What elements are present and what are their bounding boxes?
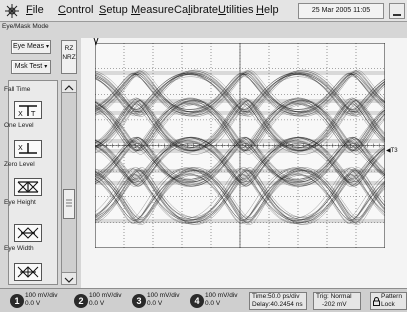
rz-label: RZ — [64, 45, 74, 52]
channel-marker: ◀T3 — [386, 147, 398, 154]
channel-2-scale: 100 mV/div — [89, 292, 122, 299]
svg-text:T: T — [30, 110, 36, 118]
channel-4-icon: 4 — [190, 294, 204, 308]
timebase-delay: Delay:40.2454 ns — [252, 301, 303, 308]
eye-width-icon — [17, 227, 39, 239]
channel-3-setting[interactable]: 3 100 mV/div 0.0 V — [132, 292, 188, 310]
eye-height-tool-button[interactable] — [14, 178, 42, 196]
tool-label-eye-width: Eye Width — [4, 245, 34, 252]
menu-utilities[interactable]: Utilities — [218, 4, 253, 17]
msk-test-button[interactable]: Msk Test ▾ — [11, 60, 51, 74]
channel-4-offset: 0.0 V — [205, 300, 221, 307]
one-level-icon: X T — [18, 105, 37, 118]
eye-amplitude-icon — [17, 266, 39, 278]
eye-meas-button[interactable]: Eye Meas ▾ — [11, 40, 51, 54]
oscilloscope-screen: File Control Setup Measure Calibrate Uti… — [0, 0, 407, 312]
channel-1-offset: 0.0 V — [25, 300, 41, 307]
timebase-scale: Time:50.0 ps/div — [252, 293, 300, 300]
channel-2-offset: 0.0 V — [89, 300, 105, 307]
nrz-label: NRZ — [62, 54, 76, 61]
one-level-tool-button[interactable]: X T — [14, 101, 42, 119]
channel-2-setting[interactable]: 2 100 mV/div 0.0 V — [74, 292, 130, 310]
tool-label-zero-level: Zero Level — [4, 161, 35, 168]
eye-width-tool-button[interactable] — [14, 224, 42, 242]
msk-test-label: Msk Test — [14, 63, 43, 70]
chevron-up-icon — [64, 85, 74, 91]
channel-2-icon: 2 — [74, 294, 88, 308]
trigger-mode: Trig: Normal — [316, 293, 352, 300]
rz-nrz-toggle[interactable]: RZ NRZ — [61, 40, 77, 74]
dropdown-arrow-icon: ▾ — [46, 44, 50, 50]
menu-setup[interactable]: Setup — [99, 4, 128, 17]
trigger-setting[interactable]: Trig: Normal -202 mV — [313, 292, 361, 310]
chevron-down-icon — [64, 277, 74, 283]
eye-amplitude-tool-button[interactable] — [14, 263, 42, 281]
status-bar: 1 100 mV/div 0.0 V 2 100 mV/div 0.0 V 3 10… — [0, 288, 407, 312]
scroll-thumb[interactable] — [63, 189, 75, 219]
zero-level-tool-button[interactable]: X — [14, 140, 42, 158]
dropdown-arrow-icon: ▾ — [44, 64, 48, 70]
eye-diagram-graticule[interactable] — [95, 43, 385, 248]
channel-3-offset: 0.0 V — [147, 300, 163, 307]
lock-icon — [373, 297, 380, 306]
pattern-label: Pattern — [381, 293, 402, 300]
channel-1-icon: 1 — [10, 294, 24, 308]
channel-2-text: 100 mV/div 0.0 V — [89, 292, 122, 308]
eye-meas-label: Eye Meas — [12, 43, 45, 50]
menu-measure[interactable]: Measure — [131, 4, 174, 17]
zero-level-icon: X — [18, 143, 37, 154]
tool-scrollbar[interactable] — [61, 80, 77, 285]
scroll-down-button[interactable] — [62, 272, 76, 284]
pattern-lock-setting[interactable]: Pattern Lock — [370, 292, 407, 310]
menu-calibrate[interactable]: Calibrate — [174, 4, 218, 17]
date-time-display: 25 Mar 2005 11:05 — [298, 3, 384, 19]
mode-label: Eye/Mask Mode — [2, 23, 49, 30]
tool-label-fall-time: Fall Time — [4, 86, 31, 93]
channel-4-setting[interactable]: 4 100 mV/div 0.0 V — [190, 292, 246, 310]
svg-text:X: X — [18, 110, 23, 118]
scroll-up-button[interactable] — [62, 81, 76, 93]
channel-4-scale: 100 mV/div — [205, 292, 238, 299]
menu-file[interactable]: File — [26, 4, 44, 17]
channel-3-scale: 100 mV/div — [147, 292, 180, 299]
grip-icon — [66, 199, 72, 207]
minimize-button[interactable] — [389, 3, 405, 19]
svg-text:X: X — [18, 144, 23, 152]
trigger-marker-icon — [93, 38, 99, 46]
tool-label-one-level: One Level — [4, 122, 34, 129]
channel-3-text: 100 mV/div 0.0 V — [147, 292, 180, 308]
channel-1-text: 100 mV/div 0.0 V — [25, 292, 58, 308]
channel-1-setting[interactable]: 1 100 mV/div 0.0 V — [10, 292, 66, 310]
marker-label: T3 — [390, 148, 398, 154]
channel-3-icon: 3 — [132, 294, 146, 308]
menu-control[interactable]: Control — [58, 4, 93, 17]
eye-height-icon — [17, 181, 39, 193]
app-logo-icon[interactable] — [4, 3, 20, 19]
lock-label: Lock — [381, 301, 395, 308]
menu-help[interactable]: Help — [256, 4, 279, 17]
channel-4-text: 100 mV/div 0.0 V — [205, 292, 238, 308]
trigger-level: -202 mV — [322, 301, 347, 308]
menu-bar: File Control Setup Measure Calibrate Uti… — [0, 0, 407, 22]
tool-label-eye-height: Eye Height — [4, 199, 36, 206]
channel-1-scale: 100 mV/div — [25, 292, 58, 299]
timebase-setting[interactable]: Time:50.0 ps/div Delay:40.2454 ns — [249, 292, 307, 310]
